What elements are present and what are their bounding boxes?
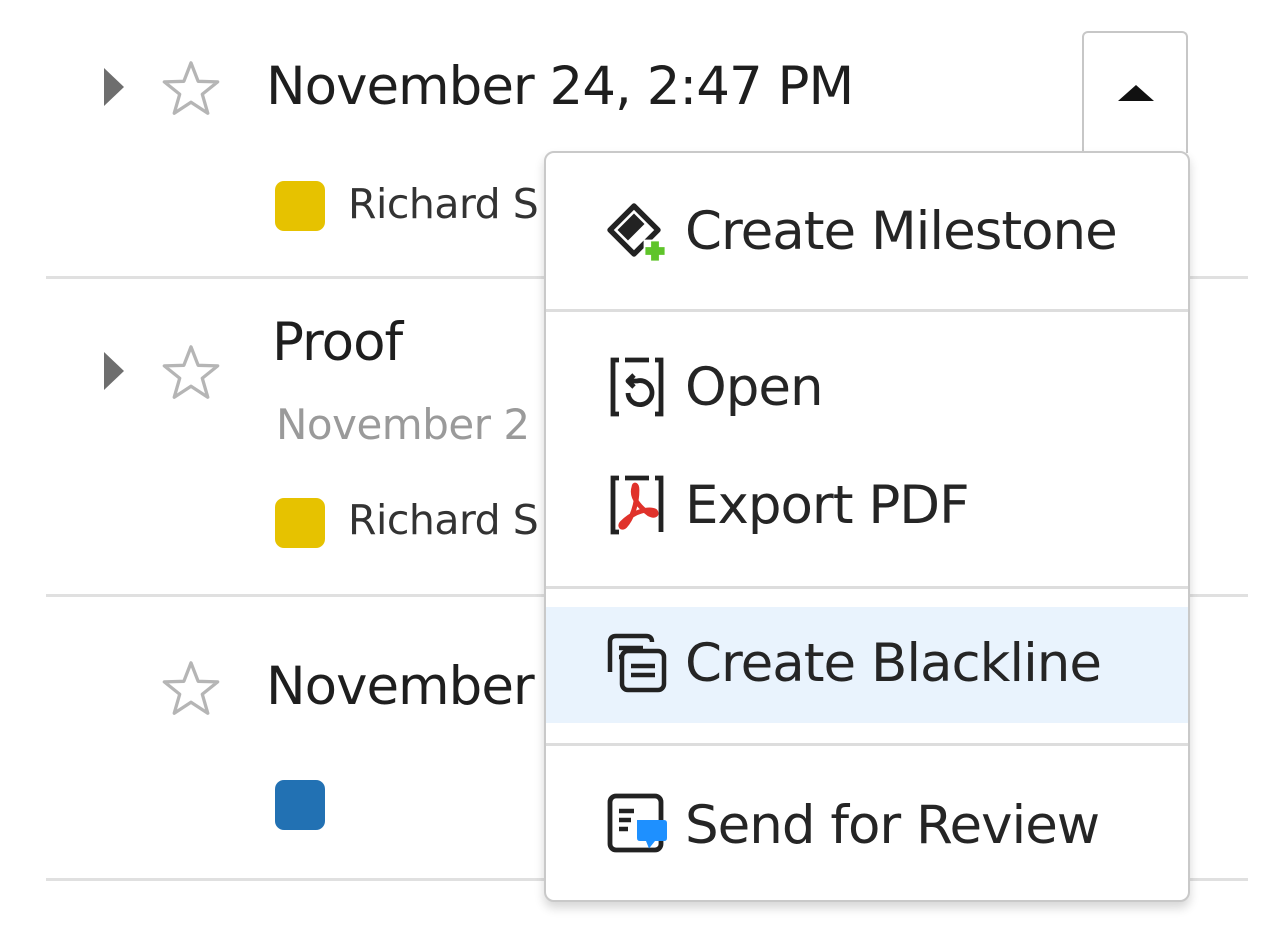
actions-menu-toggle-button[interactable] (1082, 31, 1188, 153)
version-title[interactable]: November 24, 2:47 PM (266, 56, 854, 117)
author-color-chip (275, 181, 325, 231)
author-name: Richard S (348, 180, 539, 228)
star-icon[interactable] (158, 340, 224, 406)
author-color-chip (275, 498, 325, 548)
menu-item-label: Open (685, 357, 824, 418)
menu-item-open[interactable]: Open (546, 333, 1188, 445)
version-title[interactable]: Proof (272, 312, 403, 373)
expand-caret-icon[interactable] (104, 352, 124, 390)
star-icon[interactable] (158, 656, 224, 722)
menu-item-label: Send for Review (685, 795, 1100, 856)
menu-item-export-pdf[interactable]: Export PDF (546, 451, 1188, 563)
menu-item-label: Create Milestone (685, 201, 1118, 262)
caret-up-icon (1118, 85, 1154, 101)
menu-item-label: Export PDF (685, 475, 970, 536)
menu-item-create-milestone[interactable]: Create Milestone (546, 153, 1188, 308)
pdf-icon (610, 475, 664, 535)
menu-separator (546, 309, 1188, 312)
star-icon[interactable] (158, 56, 224, 122)
send-review-icon (607, 793, 667, 853)
author-name: Richard S (348, 496, 539, 544)
actions-menu: Create Milestone Open Export PDF Create … (544, 151, 1190, 902)
open-icon (610, 357, 664, 417)
menu-item-label: Create Blackline (685, 633, 1102, 694)
version-date: November 2 (276, 400, 530, 449)
menu-item-create-blackline[interactable]: Create Blackline (546, 607, 1188, 723)
menu-separator (546, 586, 1188, 589)
author-color-chip (275, 780, 325, 830)
blackline-icon (607, 633, 667, 693)
version-title[interactable]: November (266, 656, 535, 717)
expand-caret-icon[interactable] (104, 68, 124, 106)
menu-separator (546, 743, 1188, 746)
menu-item-send-for-review[interactable]: Send for Review (546, 765, 1188, 887)
milestone-add-icon (607, 203, 667, 263)
